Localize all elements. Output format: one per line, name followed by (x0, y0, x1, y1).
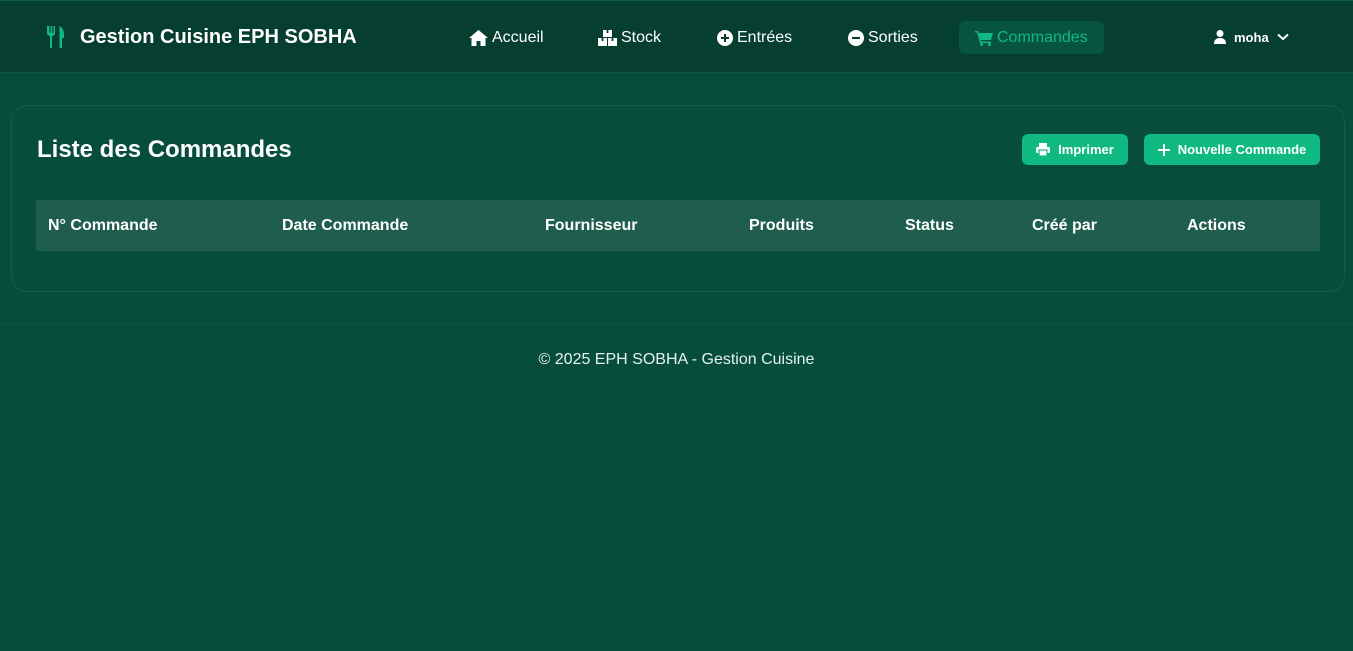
nav-item-accueil[interactable]: Accueil (469, 21, 544, 54)
footer-text: © 2025 EPH SOBHA - Gestion Cuisine (538, 351, 815, 368)
orders-card: Liste des Commandes Imprimer Nouvelle Co… (11, 105, 1345, 292)
nav-item-commandes[interactable]: Commandes (959, 21, 1104, 54)
column-header-actions: Actions (1187, 217, 1246, 234)
print-button[interactable]: Imprimer (1022, 134, 1128, 165)
nav-label-accueil: Accueil (492, 28, 544, 46)
boxes-icon (598, 29, 617, 46)
column-header-produits[interactable]: Produits (749, 200, 814, 251)
orders-table-header: N° Commande Date Commande Fournisseur Pr… (36, 200, 1320, 251)
nav-label-sorties: Sorties (868, 28, 918, 46)
plus-circle-icon (717, 29, 733, 46)
column-header-date[interactable]: Date Commande (282, 200, 408, 251)
brand-title: Gestion Cuisine EPH SOBHA (80, 25, 357, 48)
plus-icon (1157, 143, 1170, 156)
brand[interactable]: Gestion Cuisine EPH SOBHA (46, 25, 357, 49)
user-icon (1214, 30, 1226, 44)
page-title: Liste des Commandes (37, 136, 292, 163)
nav-label-entrees: Entrées (737, 28, 793, 46)
print-button-label: Imprimer (1058, 142, 1114, 157)
column-header-cree-par[interactable]: Créé par (1032, 200, 1097, 251)
column-header-numero[interactable]: N° Commande (48, 200, 158, 251)
nav-label-commandes: Commandes (997, 28, 1088, 46)
minus-circle-icon (848, 29, 864, 46)
top-navbar: Gestion Cuisine EPH SOBHA Accueil Stock (0, 0, 1353, 73)
new-order-button-label: Nouvelle Commande (1177, 142, 1307, 157)
chevron-down-icon[interactable] (1277, 33, 1289, 41)
column-header-fournisseur[interactable]: Fournisseur (545, 200, 637, 251)
user-menu[interactable]: moha (1214, 27, 1289, 47)
cart-icon (975, 30, 993, 46)
user-name: moha (1234, 29, 1269, 45)
column-header-status[interactable]: Status (905, 200, 954, 251)
utensils-icon (47, 26, 64, 48)
nav-item-sorties[interactable]: Sorties (848, 21, 918, 54)
new-order-button[interactable]: Nouvelle Commande (1144, 134, 1320, 165)
home-icon (469, 29, 488, 46)
nav-item-stock[interactable]: Stock (598, 21, 661, 54)
printer-icon (1036, 143, 1051, 156)
nav-label-stock: Stock (621, 28, 662, 46)
footer-divider (0, 324, 1353, 325)
nav-item-entrees[interactable]: Entrées (717, 21, 792, 54)
